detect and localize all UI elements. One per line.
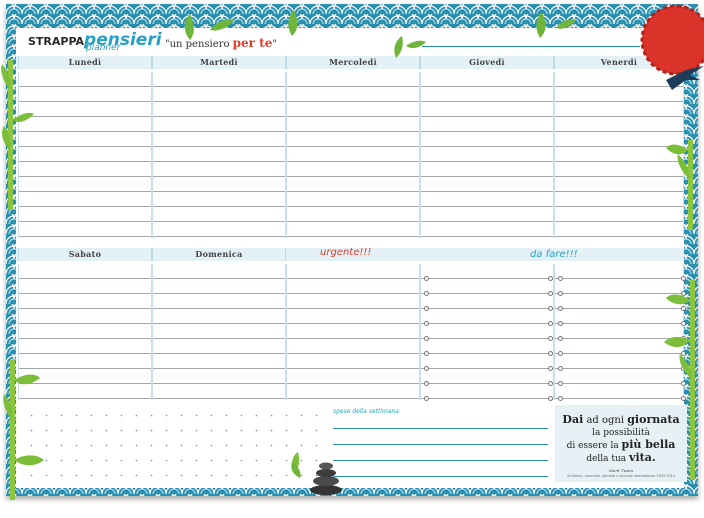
quote-author-desc: Scrittore, umorista, aforista e docente … [567, 474, 675, 478]
checklist-bullet-icon[interactable] [548, 336, 553, 341]
checklist-bullet-icon[interactable] [548, 381, 553, 386]
checklist-bullet-icon[interactable] [548, 366, 553, 371]
quote-word: della tua [586, 454, 630, 464]
checklist-bullet-icon[interactable] [424, 321, 429, 326]
checklist-bullet-icon[interactable] [424, 276, 429, 281]
quote-word: più bella [621, 438, 676, 451]
checklist-bullet-icon[interactable] [681, 291, 686, 296]
checklist-bullet-icon[interactable] [548, 321, 553, 326]
checklist-bullet-icon[interactable] [424, 351, 429, 356]
brand-planner: planner [86, 43, 121, 53]
planner-header: STRAPPApensieri planner "un pensiero per… [22, 28, 642, 54]
notes-dot-grid[interactable] [24, 408, 330, 482]
checklist-bullet-icon[interactable] [548, 291, 553, 296]
checklist-bullet-icon[interactable] [548, 351, 553, 356]
todo-column-2[interactable] [554, 264, 684, 400]
quote-author: Mark Twain [608, 468, 634, 473]
day-header-sabato: Sabato [18, 248, 152, 261]
brand-strappa: STRAPPA [28, 35, 85, 48]
checklist-bullet-icon[interactable] [681, 336, 686, 341]
expense-line[interactable] [333, 444, 548, 445]
slogan-highlight: per te [232, 36, 273, 50]
checklist-bullet-icon[interactable] [681, 276, 686, 281]
day-column-venerdi[interactable] [554, 72, 684, 238]
quote-word: Dai [562, 413, 584, 426]
checklist-bullet-icon[interactable] [558, 381, 563, 386]
checklist-bullet-icon[interactable] [558, 276, 563, 281]
checklist-bullet-icon[interactable] [558, 366, 563, 371]
checklist-bullet-icon[interactable] [424, 306, 429, 311]
checklist-bullet-icon[interactable] [558, 306, 563, 311]
expense-line[interactable] [333, 476, 548, 477]
expense-line[interactable] [333, 428, 548, 429]
checklist-bullet-icon[interactable] [681, 396, 686, 401]
quote-word: ad ogni [583, 415, 628, 426]
checklist-bullet-icon[interactable] [558, 291, 563, 296]
slogan-suffix: " [272, 39, 277, 50]
brand-logo: STRAPPApensieri planner [28, 30, 162, 53]
day-header-mercoledi: Mercoledì [286, 56, 420, 69]
name-line[interactable] [422, 46, 640, 47]
todo-label: da fare!!! [530, 249, 578, 260]
checklist-bullet-icon[interactable] [424, 336, 429, 341]
day-header-venerdi: Venerdì [554, 56, 684, 69]
checklist-bullet-icon[interactable] [424, 291, 429, 296]
expenses-label: spese della settimana [333, 408, 399, 415]
day-column-mercoledi[interactable] [286, 72, 420, 238]
slogan-prefix: "un pensiero [165, 39, 233, 50]
todo-column-1[interactable] [420, 264, 554, 400]
quote-word: giornata [627, 413, 680, 426]
quote-text: Dai ad ogni giornata la possibilità di e… [555, 414, 687, 465]
checklist-bullet-icon[interactable] [681, 321, 686, 326]
checklist-bullet-icon[interactable] [681, 381, 686, 386]
urgent-column[interactable] [286, 264, 420, 400]
day-column-domenica[interactable] [152, 264, 286, 400]
day-column-martedi[interactable] [152, 72, 286, 238]
checklist-bullet-icon[interactable] [548, 306, 553, 311]
day-header-martedi: Martedì [152, 56, 286, 69]
expenses-box: spese della settimana [333, 408, 553, 486]
quote-word: la possibilità [592, 428, 650, 438]
checklist-bullet-icon[interactable] [681, 351, 686, 356]
checklist-bullet-icon[interactable] [558, 396, 563, 401]
expense-line[interactable] [333, 460, 548, 461]
day-column-giovedi[interactable] [420, 72, 554, 238]
quote-word: vita. [629, 451, 656, 464]
day-header-domenica: Domenica [152, 248, 286, 261]
checklist-bullet-icon[interactable] [424, 396, 429, 401]
checklist-bullet-icon[interactable] [681, 306, 686, 311]
quote-box: Dai ad ogni giornata la possibilità di e… [555, 405, 687, 482]
checklist-bullet-icon[interactable] [548, 276, 553, 281]
slogan: "un pensiero per te" [165, 36, 277, 50]
day-column-sabato[interactable] [18, 264, 152, 400]
checklist-bullet-icon[interactable] [558, 336, 563, 341]
day-header-giovedi: Giovedì [420, 56, 554, 69]
checklist-bullet-icon[interactable] [424, 381, 429, 386]
day-column-lunedi[interactable] [18, 72, 152, 238]
checklist-bullet-icon[interactable] [558, 321, 563, 326]
quote-word: di essere la [566, 441, 622, 451]
planner-page: { "brand": {"strappa": "STRAPPA", "pensi… [0, 0, 704, 518]
checklist-bullet-icon[interactable] [548, 396, 553, 401]
checklist-bullet-icon[interactable] [681, 366, 686, 371]
day-header-lunedi: Lunedì [18, 56, 152, 69]
urgent-label: urgente!!! [320, 247, 372, 258]
checklist-bullet-icon[interactable] [424, 366, 429, 371]
checklist-bullet-icon[interactable] [558, 351, 563, 356]
